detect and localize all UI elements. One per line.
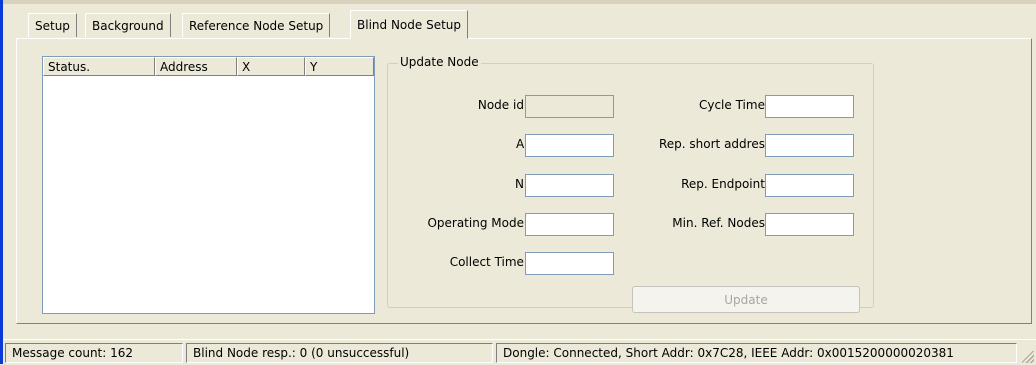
status-dongle: Dongle: Connected, Short Addr: 0x7C28, I…	[496, 343, 1017, 363]
update-node-group: Update Node Node id: A: N: Operating Mod…	[387, 55, 874, 313]
status-blind-node-response: Blind Node resp.: 0 (0 unsuccessful)	[186, 343, 493, 363]
tab-panel-blind-node-setup: Status. Address X Y Update Node Node id:…	[16, 38, 1032, 324]
column-header-status[interactable]: Status.	[43, 57, 155, 76]
list-header: Status. Address X Y	[43, 57, 374, 76]
column-header-y[interactable]: Y	[305, 57, 374, 76]
rep-short-address-field[interactable]	[765, 134, 854, 157]
min-ref-nodes-field[interactable]	[765, 213, 854, 236]
tab-setup[interactable]: Setup	[28, 13, 77, 37]
blind-node-list[interactable]: Status. Address X Y	[42, 56, 375, 314]
rep-endpoint-label: Rep. Endpoint:	[681, 177, 769, 191]
min-ref-nodes-label: Min. Ref. Nodes:	[672, 216, 769, 230]
column-header-x[interactable]: X	[237, 57, 305, 76]
window-left-border	[0, 0, 3, 364]
window-top-edge	[0, 0, 1036, 4]
cycle-time-field[interactable]	[765, 95, 854, 118]
node-id-label: Node id:	[477, 98, 528, 112]
n-label: N:	[514, 177, 528, 191]
rep-short-address-label: Rep. short addres:	[658, 137, 769, 151]
status-bar: Message count: 162 Blind Node resp.: 0 (…	[3, 339, 1036, 365]
update-button[interactable]: Update	[632, 286, 860, 313]
n-field[interactable]	[525, 174, 614, 197]
a-field[interactable]	[525, 134, 614, 157]
status-message-count: Message count: 162	[5, 343, 183, 363]
operating-mode-field[interactable]	[525, 213, 614, 236]
rep-endpoint-field[interactable]	[765, 174, 854, 197]
collect-time-label: Collect Time:	[449, 255, 528, 269]
cycle-time-label: Cycle Time:	[698, 98, 769, 112]
a-label: A:	[515, 137, 528, 151]
operating-mode-label: Operating Mode:	[427, 216, 528, 230]
update-node-group-title: Update Node	[398, 55, 481, 69]
collect-time-field[interactable]	[525, 252, 614, 275]
tab-reference-node-setup[interactable]: Reference Node Setup	[182, 13, 331, 37]
tab-background[interactable]: Background	[85, 13, 171, 37]
resize-grip-icon[interactable]	[1022, 351, 1034, 363]
tab-blind-node-setup[interactable]: Blind Node Setup	[350, 10, 468, 39]
column-header-address[interactable]: Address	[155, 57, 237, 76]
node-id-field	[525, 95, 614, 118]
